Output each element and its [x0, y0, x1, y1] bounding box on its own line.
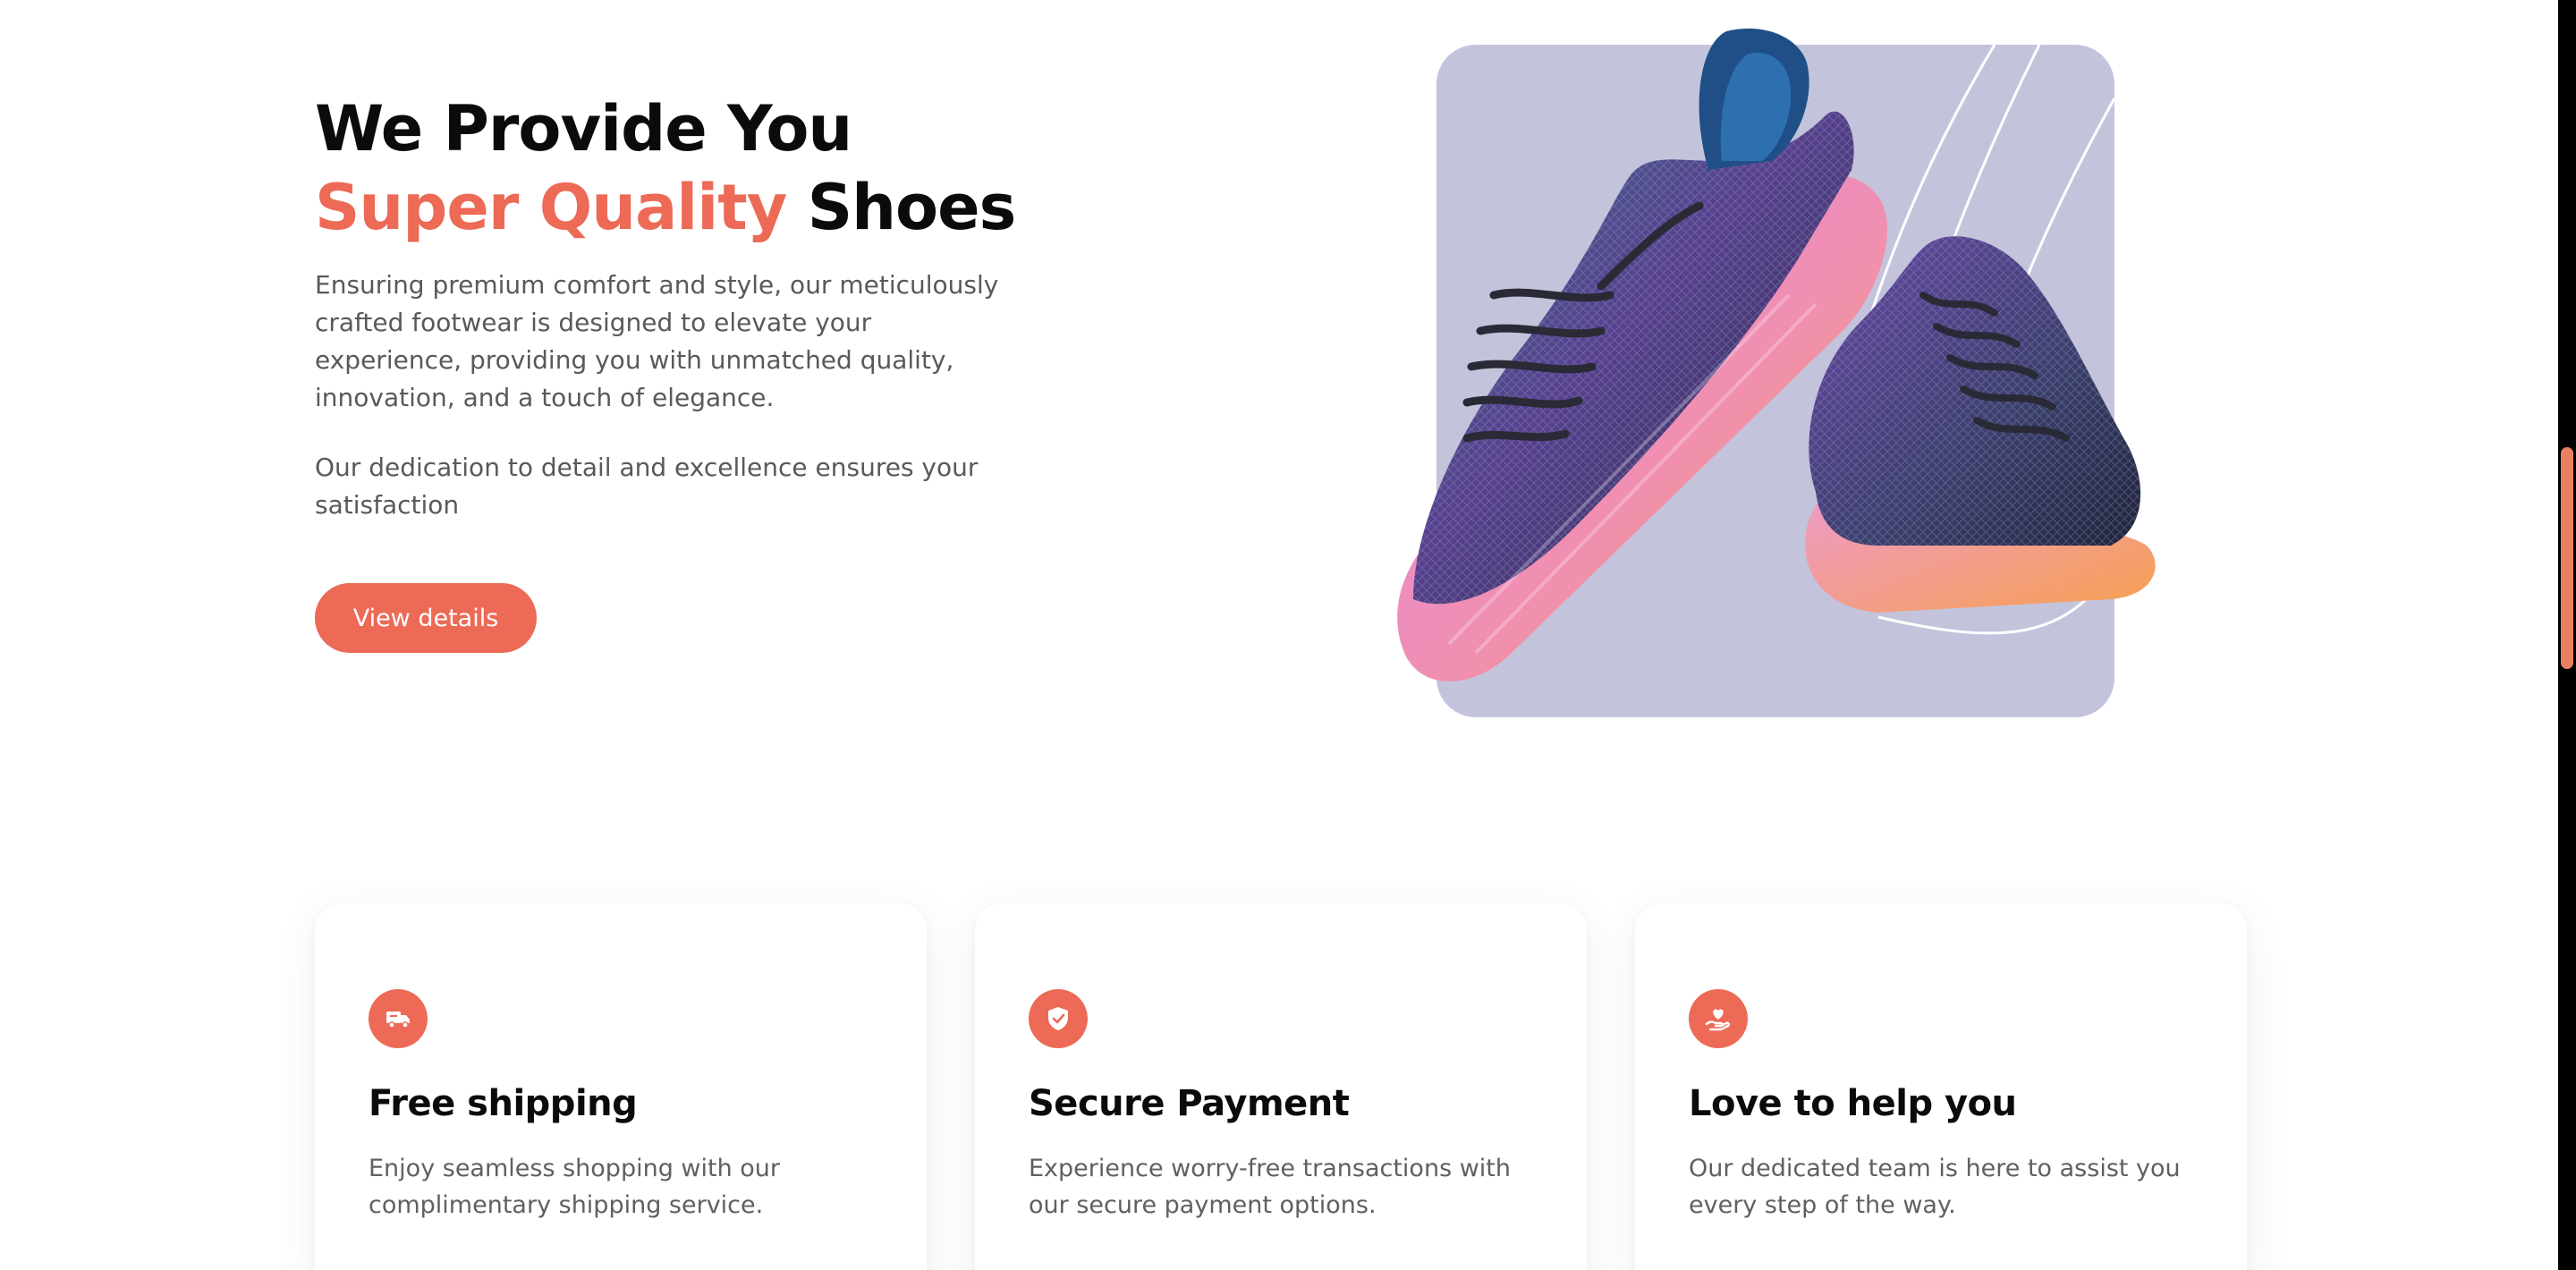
feature-title: Love to help you	[1689, 1083, 2017, 1124]
hero-title-part2: Shoes	[786, 171, 1016, 244]
feature-card-secure-payment: Secure Payment Experience worry-free tra…	[975, 903, 1587, 1270]
feature-description: Enjoy seamless shopping with our complim…	[369, 1155, 781, 1219]
hero-description: Ensuring premium comfort and style, our …	[315, 270, 999, 412]
scrollbar-thumb[interactable]	[2561, 447, 2573, 669]
sneakers-image	[1377, 27, 2165, 724]
delivery-truck-icon	[369, 989, 428, 1048]
hero-title: We Provide You Super Quality Shoes	[315, 89, 1048, 247]
view-details-button[interactable]: View details	[315, 583, 537, 653]
hero-title-part1: We Provide You	[315, 92, 852, 165]
feature-card-free-shipping: Free shipping Enjoy seamless shopping wi…	[315, 903, 927, 1270]
hero-title-accent: Super Quality	[315, 171, 787, 244]
heart-hand-icon	[1689, 989, 1748, 1048]
feature-title: Free shipping	[369, 1083, 638, 1124]
feature-card-love-to-help: Love to help you Our dedicated team is h…	[1635, 903, 2247, 1270]
hero-dedication-text: Our dedication to detail and excellence …	[315, 453, 979, 520]
feature-description: Experience worry-free transactions with …	[1029, 1155, 1511, 1219]
feature-title: Secure Payment	[1029, 1083, 1350, 1124]
feature-description: Our dedicated team is here to assist you…	[1689, 1155, 2181, 1219]
scrollbar-track[interactable]	[2558, 0, 2576, 1270]
page: We Provide You Super Quality Shoes Ensur…	[0, 0, 2558, 1270]
shield-check-icon	[1029, 989, 1088, 1048]
